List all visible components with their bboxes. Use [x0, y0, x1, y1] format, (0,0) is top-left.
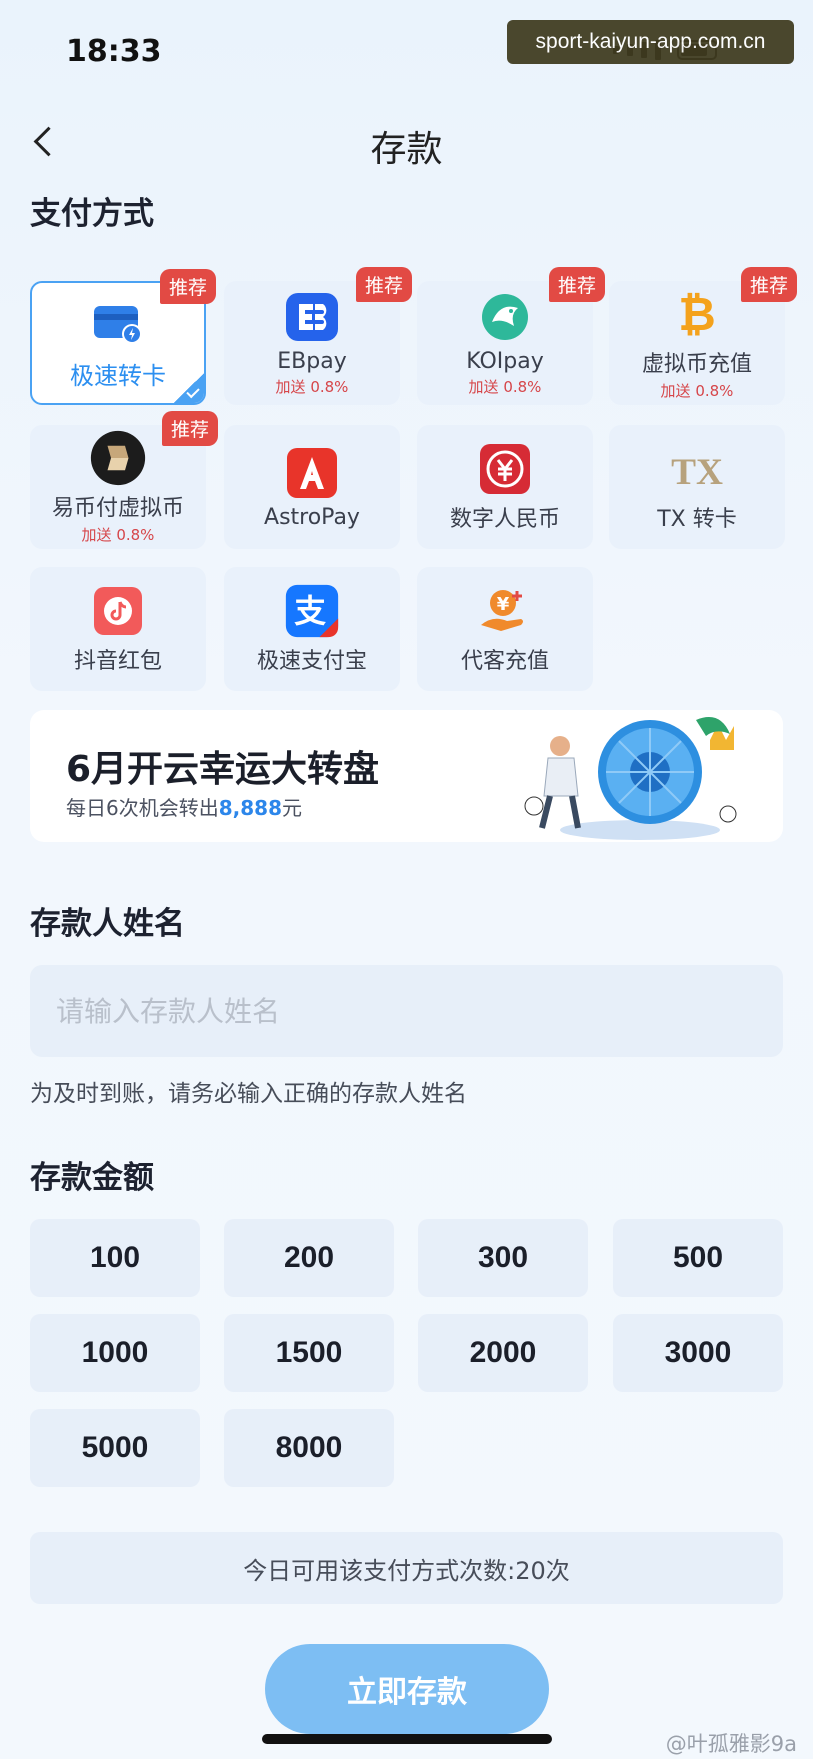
- depositor-hint: 为及时到账，请务必输入正确的存款人姓名: [30, 1081, 467, 1107]
- payment-method-name: 抖音红包: [73, 649, 162, 674]
- usage-limit-info: 今日可用该支付方式次数:20次: [30, 1532, 783, 1604]
- ecny-icon: [477, 441, 533, 497]
- alipay-icon: 支: [284, 583, 340, 639]
- payment-method-name: 易币付虚拟币: [51, 495, 184, 521]
- amount-option[interactable]: 1500: [224, 1314, 394, 1392]
- payment-method-card[interactable]: AstroPay: [224, 425, 400, 549]
- svg-text:¥: ¥: [497, 594, 510, 615]
- bitcoin-icon: ₿: [669, 286, 725, 342]
- payment-method-name: EBpay: [277, 349, 347, 374]
- amount-option[interactable]: 100: [30, 1219, 200, 1297]
- banner-sub-prefix: 每日6次机会转出: [66, 796, 219, 820]
- deposit-submit-button[interactable]: 立即存款: [265, 1644, 549, 1734]
- payment-method-name: AstroPay: [264, 504, 360, 530]
- recommend-badge: 推荐: [355, 267, 412, 302]
- card-icon: [90, 296, 146, 352]
- douyin-redpacket-icon: [90, 583, 146, 639]
- bonus-text: 加送 0.8%: [660, 381, 734, 400]
- payment-method-card[interactable]: ¥ 代客充值: [417, 567, 593, 691]
- amount-option[interactable]: 2000: [418, 1314, 588, 1392]
- payment-method-name: TX 转卡: [657, 507, 737, 532]
- koi-icon: [477, 289, 533, 345]
- ebpay-icon: [284, 289, 340, 345]
- banner-title: 6月开云幸运大转盘: [66, 749, 380, 790]
- payment-method-card[interactable]: 易币付虚拟币 加送 0.8% 推荐: [30, 411, 218, 549]
- svg-text:₿: ₿: [678, 288, 716, 340]
- tx-icon: TX: [669, 441, 725, 497]
- amount-option[interactable]: 1000: [30, 1314, 200, 1392]
- banner-sub-suffix: 元: [282, 796, 302, 820]
- banner-sub-amount: 8,888: [218, 796, 282, 820]
- bonus-text: 加送 0.8%: [468, 378, 542, 396]
- page-title: 存款: [370, 129, 443, 170]
- payment-method-name: KOIpay: [466, 349, 544, 374]
- payment-method-card[interactable]: 抖音红包: [30, 567, 206, 691]
- payment-method-card[interactable]: 支 极速支付宝: [224, 567, 400, 691]
- depositor-section-title: 存款人姓名: [30, 906, 185, 942]
- lucky-wheel-illustration: [524, 717, 737, 840]
- payment-method-name: 代客充值: [460, 649, 549, 674]
- amount-option[interactable]: 300: [418, 1219, 588, 1297]
- payment-section-title: 支付方式: [30, 196, 154, 232]
- payment-method-card[interactable]: KOIpay 加送 0.8% 推荐: [417, 267, 605, 405]
- payment-method-name: 极速转卡: [70, 361, 166, 390]
- agent-recharge-icon: ¥: [477, 583, 533, 639]
- payment-method-name: 极速支付宝: [256, 649, 367, 674]
- watermark-bottom: @叶孤雅影9a: [665, 1732, 797, 1756]
- payment-method-card[interactable]: TX TX 转卡: [609, 425, 785, 549]
- deposit-page: 18:33 sport-kaiyun-app.com.cn 存款 支付方式 极速…: [0, 0, 813, 1759]
- recommend-badge: 推荐: [159, 269, 216, 304]
- watermark-top: sport-kaiyun-app.com.cn: [507, 20, 794, 64]
- amount-option[interactable]: 500: [613, 1219, 783, 1297]
- payment-method-card[interactable]: ₿ 虚拟币充值 加送 0.8% 推荐: [609, 267, 797, 405]
- payment-method-name: 虚拟币充值: [641, 351, 752, 377]
- payment-method-card[interactable]: 数字人民币: [417, 425, 593, 549]
- home-indicator: [262, 1734, 552, 1744]
- recommend-badge: 推荐: [548, 267, 605, 302]
- svg-text:支: 支: [294, 594, 326, 630]
- amount-option[interactable]: 200: [224, 1219, 394, 1297]
- payment-method-card[interactable]: 极速转卡 推荐: [30, 269, 216, 405]
- payment-method-card[interactable]: EBpay 加送 0.8% 推荐: [224, 267, 412, 405]
- payment-method-name: 数字人民币: [449, 507, 560, 532]
- svg-text:TX: TX: [671, 452, 723, 491]
- amount-option[interactable]: 3000: [613, 1314, 783, 1392]
- bonus-text: 加送 0.8%: [81, 525, 155, 544]
- amount-option[interactable]: 8000: [224, 1409, 394, 1487]
- recommend-badge: 推荐: [161, 411, 218, 446]
- astropay-icon: [284, 445, 340, 501]
- amount-option[interactable]: 5000: [30, 1409, 200, 1487]
- banner-subtitle: 每日6次机会转出8,888元: [66, 792, 302, 821]
- depositor-name-input[interactable]: [30, 965, 783, 1057]
- yibifu-icon: [90, 430, 146, 486]
- status-time: 18:33: [66, 34, 162, 69]
- lucky-wheel-banner[interactable]: 6月开云幸运大转盘 每日6次机会转出8,888元: [30, 710, 783, 842]
- bonus-text: 加送 0.8%: [275, 378, 349, 396]
- selected-check-icon: [174, 373, 204, 403]
- recommend-badge: 推荐: [740, 267, 797, 302]
- amount-section-title: 存款金额: [30, 1160, 154, 1196]
